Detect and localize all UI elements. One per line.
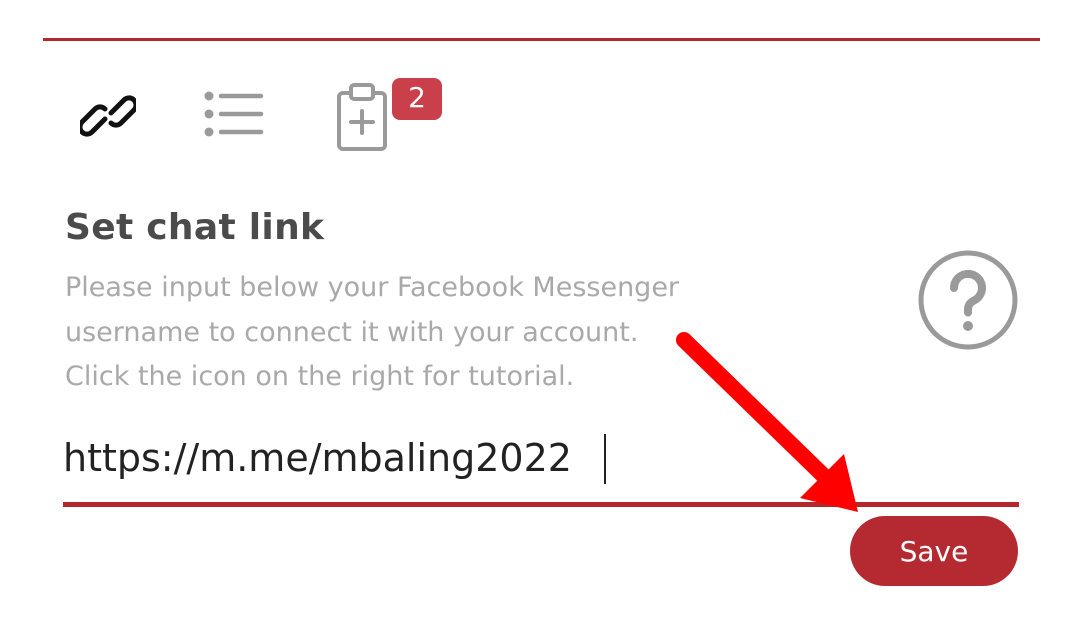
page-title: Set chat link <box>65 207 325 248</box>
chat-link-panel: 2 Set chat link Please input below your … <box>0 0 1080 640</box>
instructions-line-2: username to connect it with your account… <box>65 316 639 348</box>
save-button[interactable]: Save <box>850 516 1018 586</box>
text-caret <box>604 434 606 484</box>
input-underline <box>63 502 1019 507</box>
tab-clipboard-add[interactable] <box>322 76 402 156</box>
tab-list[interactable] <box>196 80 272 148</box>
help-tutorial-button[interactable] <box>916 248 1020 352</box>
chat-link-field <box>63 420 1019 508</box>
chat-link-input[interactable] <box>63 428 1019 488</box>
instructions-line-3: Click the icon on the right for tutorial… <box>65 361 575 392</box>
instructions-line-1: Please input below your Facebook Messeng… <box>65 272 680 303</box>
question-circle-icon <box>918 250 1018 350</box>
instructions-text: Please input below your Facebook Messeng… <box>65 266 795 400</box>
link-icon <box>80 95 136 137</box>
tab-chat-link[interactable] <box>72 80 144 152</box>
notification-badge: 2 <box>392 78 442 120</box>
clipboard-add-icon <box>337 83 387 151</box>
top-divider <box>43 38 1040 41</box>
list-icon <box>204 91 264 137</box>
